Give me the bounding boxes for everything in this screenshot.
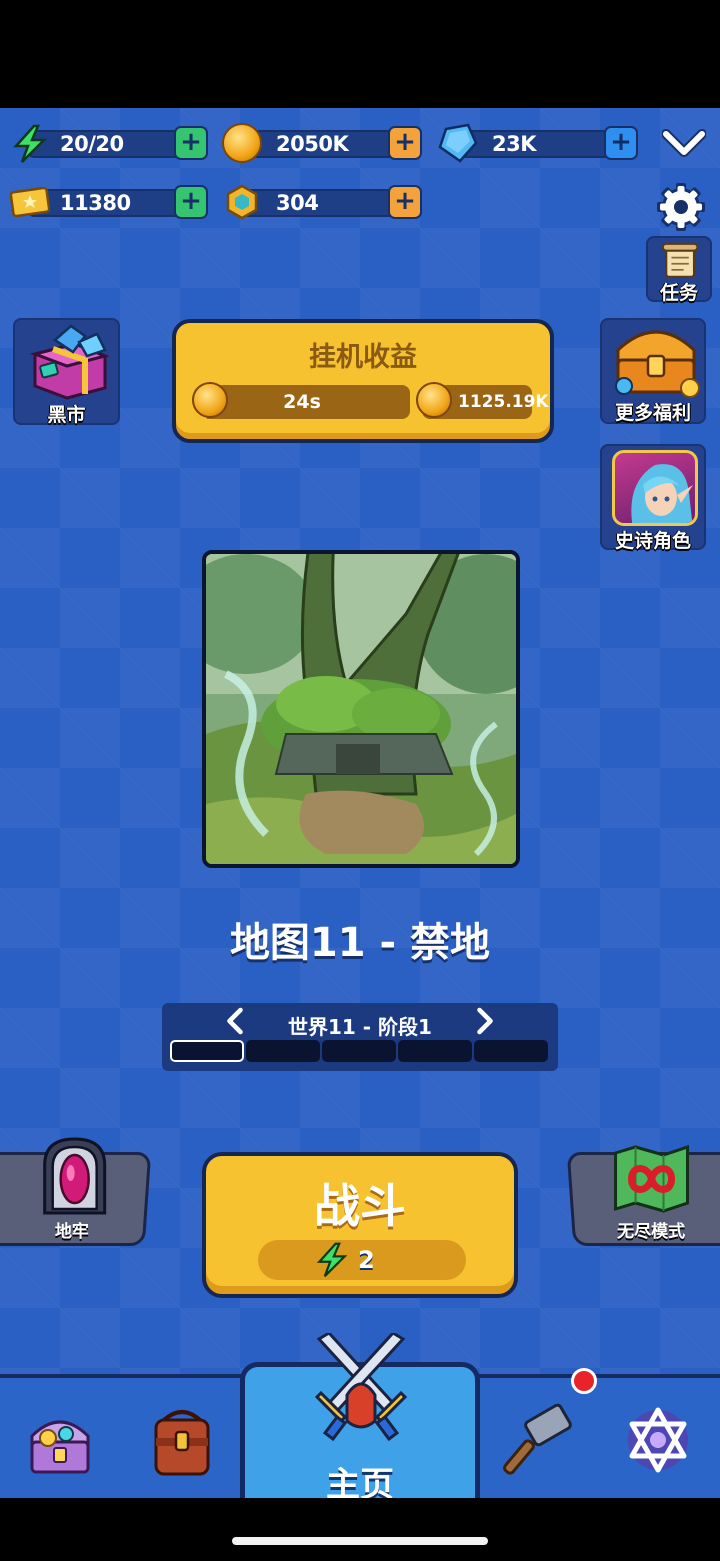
stage-segment — [246, 1040, 320, 1062]
token-value: 304 — [276, 191, 319, 215]
elf-hero-icon — [631, 464, 693, 523]
hammer-icon[interactable] — [498, 1398, 582, 1482]
chevron-down-icon[interactable] — [662, 126, 706, 162]
map-title: 地图11 - 禁地 — [229, 920, 491, 966]
battle-energy-cost: 2 — [258, 1240, 466, 1280]
hex-token-icon — [226, 184, 258, 220]
tasks-button[interactable]: 任务 — [646, 236, 712, 304]
gold-value: 2050K — [276, 132, 349, 156]
treasure-chest-icon — [615, 330, 700, 398]
map-preview[interactable] — [202, 550, 520, 868]
treasure-chest-icon[interactable] — [18, 1398, 102, 1482]
forest-temple-illustration — [206, 554, 516, 864]
battle-label: 战斗 — [314, 1179, 406, 1233]
stage-label: 世界11 - 阶段1 — [288, 1015, 432, 1039]
stage-segment — [474, 1040, 548, 1062]
add-gold-button[interactable]: + — [388, 126, 422, 160]
endless-mode-button[interactable]: 无尽模式 — [566, 1144, 720, 1246]
stage-segment — [398, 1040, 472, 1062]
add-energy-button[interactable]: + — [174, 126, 208, 160]
gold-coin-icon — [222, 123, 262, 163]
status-bar-area — [0, 0, 720, 108]
add-ticket-button[interactable]: + — [174, 185, 208, 219]
stage-segment — [322, 1040, 396, 1062]
chevron-right-icon[interactable] — [474, 1006, 496, 1036]
add-gem-button[interactable]: + — [604, 126, 638, 160]
idle-earnings-coin-icon — [416, 382, 452, 418]
idle-earnings-title: 挂机收益 — [309, 342, 417, 373]
gem-value: 23K — [492, 132, 537, 156]
idle-earnings-value: 1125.19K — [458, 392, 549, 412]
gift-box-icon — [29, 324, 110, 400]
epic-hero-button[interactable]: 史诗角色 — [600, 444, 706, 552]
battle-cost-value: 2 — [358, 1246, 375, 1274]
tasks-label: 任务 — [659, 282, 698, 304]
portal-gate-icon — [43, 1137, 107, 1215]
infinity-map-icon — [614, 1144, 690, 1213]
black-market-button[interactable]: 黑市 — [13, 318, 120, 426]
settings-gear-icon[interactable] — [656, 182, 706, 232]
energy-value: 20/20 — [60, 132, 124, 156]
dungeon-label: 地牢 — [54, 1222, 89, 1242]
backpack-icon[interactable] — [140, 1398, 224, 1482]
more-benefits-button[interactable]: 更多福利 — [600, 318, 706, 424]
battle-button[interactable]: 战斗 2 — [202, 1152, 518, 1298]
idle-earnings-panel[interactable]: 挂机收益 24s 1125.19K — [172, 319, 554, 443]
scroll-icon — [661, 242, 699, 278]
gem-counter: 23K + — [438, 123, 642, 163]
idle-timer-coin-icon — [192, 382, 228, 418]
home-indicator[interactable] — [232, 1537, 488, 1545]
hero-portrait — [612, 450, 698, 526]
more-benefits-label: 更多福利 — [614, 402, 691, 424]
gold-counter: 2050K + — [222, 123, 426, 163]
magic-star-icon[interactable] — [616, 1398, 700, 1482]
stage-segment — [170, 1040, 244, 1062]
gesture-area — [0, 1498, 720, 1561]
dungeon-button[interactable]: 地牢 — [0, 1137, 152, 1246]
epic-hero-label: 史诗角色 — [614, 530, 691, 552]
crossed-swords-icon — [314, 1333, 408, 1442]
notification-dot — [571, 1368, 597, 1394]
energy-counter: 20/20 + — [10, 124, 210, 163]
lightning-icon — [13, 124, 48, 163]
ticket-icon — [10, 187, 50, 217]
stage-selector: 世界11 - 阶段1 — [162, 1003, 558, 1071]
add-token-button[interactable]: + — [388, 185, 422, 219]
blue-gem-icon — [438, 123, 478, 163]
ticket-value: 11380 — [60, 191, 131, 215]
token-counter: 304 + — [222, 184, 426, 220]
black-market-label: 黑市 — [47, 404, 86, 426]
endless-mode-label: 无尽模式 — [617, 1222, 686, 1242]
lightning-icon — [316, 1242, 348, 1277]
ticket-counter: 11380 + — [10, 185, 210, 219]
